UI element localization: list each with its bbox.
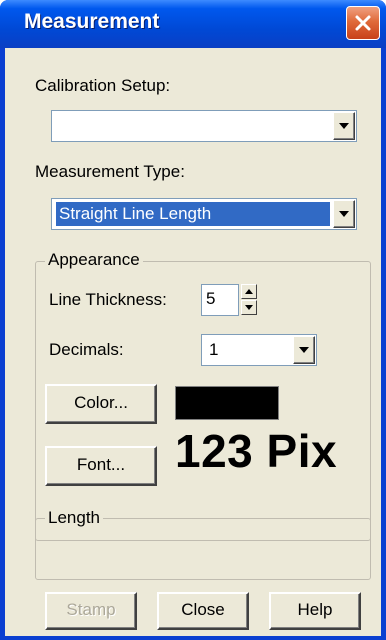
font-button[interactable]: Font... [45,446,157,486]
close-icon [355,15,371,31]
line-thickness-spinner[interactable] [241,284,257,316]
chevron-down-icon [339,211,349,217]
title-bar[interactable]: Measurement [0,0,386,48]
stamp-button[interactable]: Stamp [45,592,137,630]
measurement-window: Measurement Calibration Setup: Measureme… [0,0,386,640]
measurement-type-label: Measurement Type: [35,162,185,181]
color-button[interactable]: Color... [45,384,157,424]
appearance-legend: Appearance [45,250,143,270]
dialog-body: Calibration Setup: Measurement Type: Str… [5,48,381,636]
measurement-type-dropdown-button[interactable] [333,200,355,228]
line-thickness-input[interactable]: 5 [201,284,239,316]
chevron-down-icon [299,347,309,353]
font-sample-text: 123 Pix [175,425,338,477]
chevron-up-icon [245,289,253,294]
chevron-down-icon [339,123,349,129]
window-title: Measurement [24,10,160,33]
decimals-value: 1 [209,340,219,359]
measurement-type-dropdown[interactable]: Straight Line Length [51,198,357,230]
decimals-label: Decimals: [49,340,124,359]
decimals-dropdown[interactable]: 1 [201,334,317,366]
measurement-type-value: Straight Line Length [56,202,330,226]
close-window-button[interactable] [346,6,380,40]
color-swatch [175,386,279,420]
calibration-setup-label: Calibration Setup: [35,76,171,95]
decimals-dropdown-button[interactable] [293,336,315,364]
calibration-setup-value [56,114,330,138]
calibration-dropdown-button[interactable] [333,112,355,140]
length-legend: Length [45,508,103,528]
spin-down-button[interactable] [241,300,257,315]
close-button[interactable]: Close [157,592,249,630]
help-button[interactable]: Help [269,592,361,630]
spin-up-button[interactable] [241,284,257,299]
calibration-setup-dropdown[interactable] [51,110,357,142]
line-thickness-label: Line Thickness: [49,290,167,309]
chevron-down-icon [245,305,253,310]
